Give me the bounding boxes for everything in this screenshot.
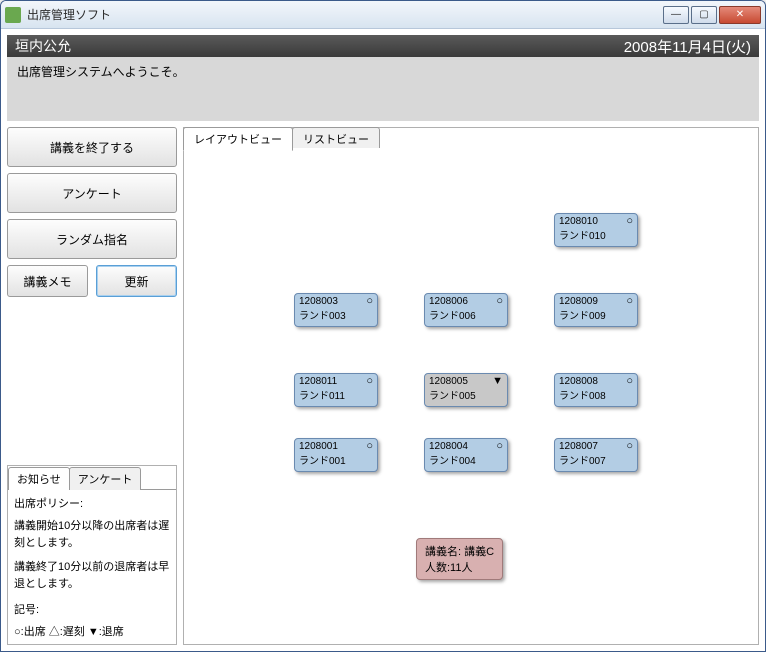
- seat-name: ランド007: [559, 452, 633, 467]
- seat-card[interactable]: 1208006ランド006○: [424, 293, 508, 327]
- seat-id: 1208011: [299, 376, 373, 387]
- seat-card[interactable]: 1208004ランド004○: [424, 438, 508, 472]
- seat-name: ランド003: [299, 307, 373, 322]
- legend-title: 記号:: [14, 602, 170, 620]
- seat-layout-area: 1208010ランド010○1208003ランド003○1208006ランド00…: [184, 148, 758, 644]
- maximize-button[interactable]: ▢: [691, 6, 717, 24]
- app-title: 出席管理ソフト: [27, 6, 663, 23]
- lecture-name: 講義名: 講義C: [425, 543, 494, 559]
- seat-name: ランド005: [429, 387, 503, 402]
- random-call-button[interactable]: ランダム指名: [7, 219, 177, 259]
- info-tabs: お知らせ アンケート: [8, 466, 176, 489]
- tab-survey[interactable]: アンケート: [69, 467, 142, 490]
- titlebar: 出席管理ソフト — ▢ ✕: [1, 1, 765, 29]
- seat-name: ランド001: [299, 452, 373, 467]
- seat-status-mark: ○: [366, 296, 373, 307]
- policy-title: 出席ポリシー:: [14, 496, 170, 514]
- seat-id: 1208004: [429, 441, 503, 452]
- legend: ○:出席 △:遅刻 ▼:退席: [14, 624, 170, 642]
- seat-card[interactable]: 1208003ランド003○: [294, 293, 378, 327]
- seat-name: ランド011: [299, 387, 373, 402]
- seat-card[interactable]: 1208010ランド010○: [554, 213, 638, 247]
- seat-status-mark: ○: [366, 376, 373, 387]
- body: 垣内公允 2008年11月4日(火) 出席管理システムへようこそ。 講義を終了す…: [1, 29, 765, 651]
- seat-id: 1208007: [559, 441, 633, 452]
- survey-button[interactable]: アンケート: [7, 173, 177, 213]
- tab-layout-view[interactable]: レイアウトビュー: [183, 127, 293, 151]
- seat-status-mark: ○: [626, 376, 633, 387]
- seat-card[interactable]: 1208007ランド007○: [554, 438, 638, 472]
- welcome-message: 出席管理システムへようこそ。: [7, 57, 759, 121]
- window-controls: — ▢ ✕: [663, 6, 761, 24]
- policy-line2: 講義終了10分以前の退席者は早退とします。: [14, 559, 170, 594]
- user-name: 垣内公允: [15, 36, 71, 56]
- info-panel: お知らせ アンケート 出席ポリシー: 講義開始10分以降の出席者は遅刻とします。…: [7, 465, 177, 645]
- lecture-count: 人数:11人: [425, 559, 494, 575]
- seat-id: 1208009: [559, 296, 633, 307]
- app-icon: [5, 7, 21, 23]
- seat-status-mark: ○: [626, 441, 633, 452]
- left-column: 講義を終了する アンケート ランダム指名 講義メモ 更新 お知らせ アンケート …: [7, 127, 177, 645]
- seat-card[interactable]: 1208001ランド001○: [294, 438, 378, 472]
- lecture-badge: 講義名: 講義C人数:11人: [416, 538, 503, 580]
- seat-status-mark: ○: [366, 441, 373, 452]
- seat-status-mark: ○: [496, 296, 503, 307]
- seat-name: ランド009: [559, 307, 633, 322]
- seat-card[interactable]: 1208011ランド011○: [294, 373, 378, 407]
- app-window: 出席管理ソフト — ▢ ✕ 垣内公允 2008年11月4日(火) 出席管理システ…: [0, 0, 766, 652]
- right-column: レイアウトビュー リストビュー 1208010ランド010○1208003ランド…: [183, 127, 759, 645]
- end-lecture-button[interactable]: 講義を終了する: [7, 127, 177, 167]
- seat-card[interactable]: 1208009ランド009○: [554, 293, 638, 327]
- seat-name: ランド008: [559, 387, 633, 402]
- seat-id: 1208010: [559, 216, 633, 227]
- info-body: 出席ポリシー: 講義開始10分以降の出席者は遅刻とします。 講義終了10分以前の…: [8, 489, 176, 644]
- policy-line1: 講義開始10分以降の出席者は遅刻とします。: [14, 518, 170, 553]
- seat-status-mark: ○: [626, 216, 633, 227]
- seat-id: 1208003: [299, 296, 373, 307]
- content: 講義を終了する アンケート ランダム指名 講義メモ 更新 お知らせ アンケート …: [7, 127, 759, 645]
- close-button[interactable]: ✕: [719, 6, 761, 24]
- seat-name: ランド004: [429, 452, 503, 467]
- refresh-button[interactable]: 更新: [96, 265, 177, 297]
- seat-status-mark: ▼: [492, 376, 503, 387]
- seat-status-mark: ○: [626, 296, 633, 307]
- seat-name: ランド010: [559, 227, 633, 242]
- minimize-button[interactable]: —: [663, 6, 689, 24]
- seat-id: 1208008: [559, 376, 633, 387]
- seat-name: ランド006: [429, 307, 503, 322]
- seat-id: 1208001: [299, 441, 373, 452]
- header-bar: 垣内公允 2008年11月4日(火): [7, 35, 759, 57]
- lecture-memo-button[interactable]: 講義メモ: [7, 265, 88, 297]
- button-row: 講義メモ 更新: [7, 265, 177, 297]
- seat-status-mark: ○: [496, 441, 503, 452]
- seat-id: 1208006: [429, 296, 503, 307]
- current-date: 2008年11月4日(火): [624, 36, 751, 57]
- seat-card[interactable]: 1208005ランド005▼: [424, 373, 508, 407]
- tab-notice[interactable]: お知らせ: [8, 467, 70, 490]
- seat-card[interactable]: 1208008ランド008○: [554, 373, 638, 407]
